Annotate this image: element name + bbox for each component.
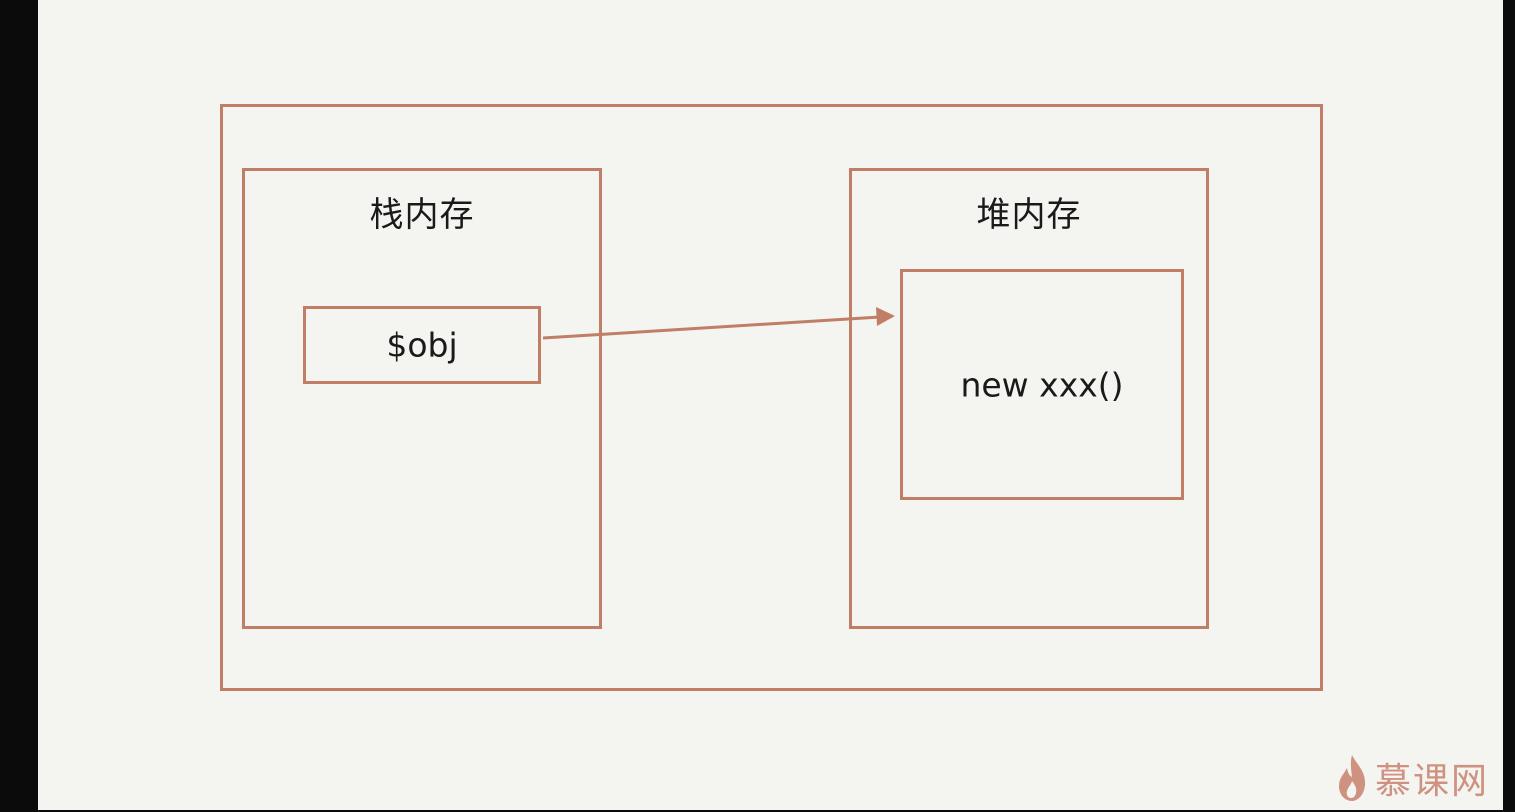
variable-box: $obj: [303, 306, 541, 384]
object-instance-box: new xxx(): [900, 269, 1184, 500]
watermark-logo: 慕课网: [1335, 750, 1489, 806]
object-instance-label: new xxx(): [960, 365, 1124, 404]
stack-memory-title: 栈内存: [369, 195, 475, 235]
heap-memory-title: 堆内存: [976, 195, 1082, 235]
watermark-text: 慕课网: [1375, 761, 1490, 802]
stack-memory-box: 栈内存: [242, 168, 602, 629]
slide: 栈内存 堆内存 $obj new xxx() 慕课网: [38, 0, 1503, 810]
flame-icon: [1339, 755, 1366, 801]
variable-label: $obj: [386, 325, 458, 365]
